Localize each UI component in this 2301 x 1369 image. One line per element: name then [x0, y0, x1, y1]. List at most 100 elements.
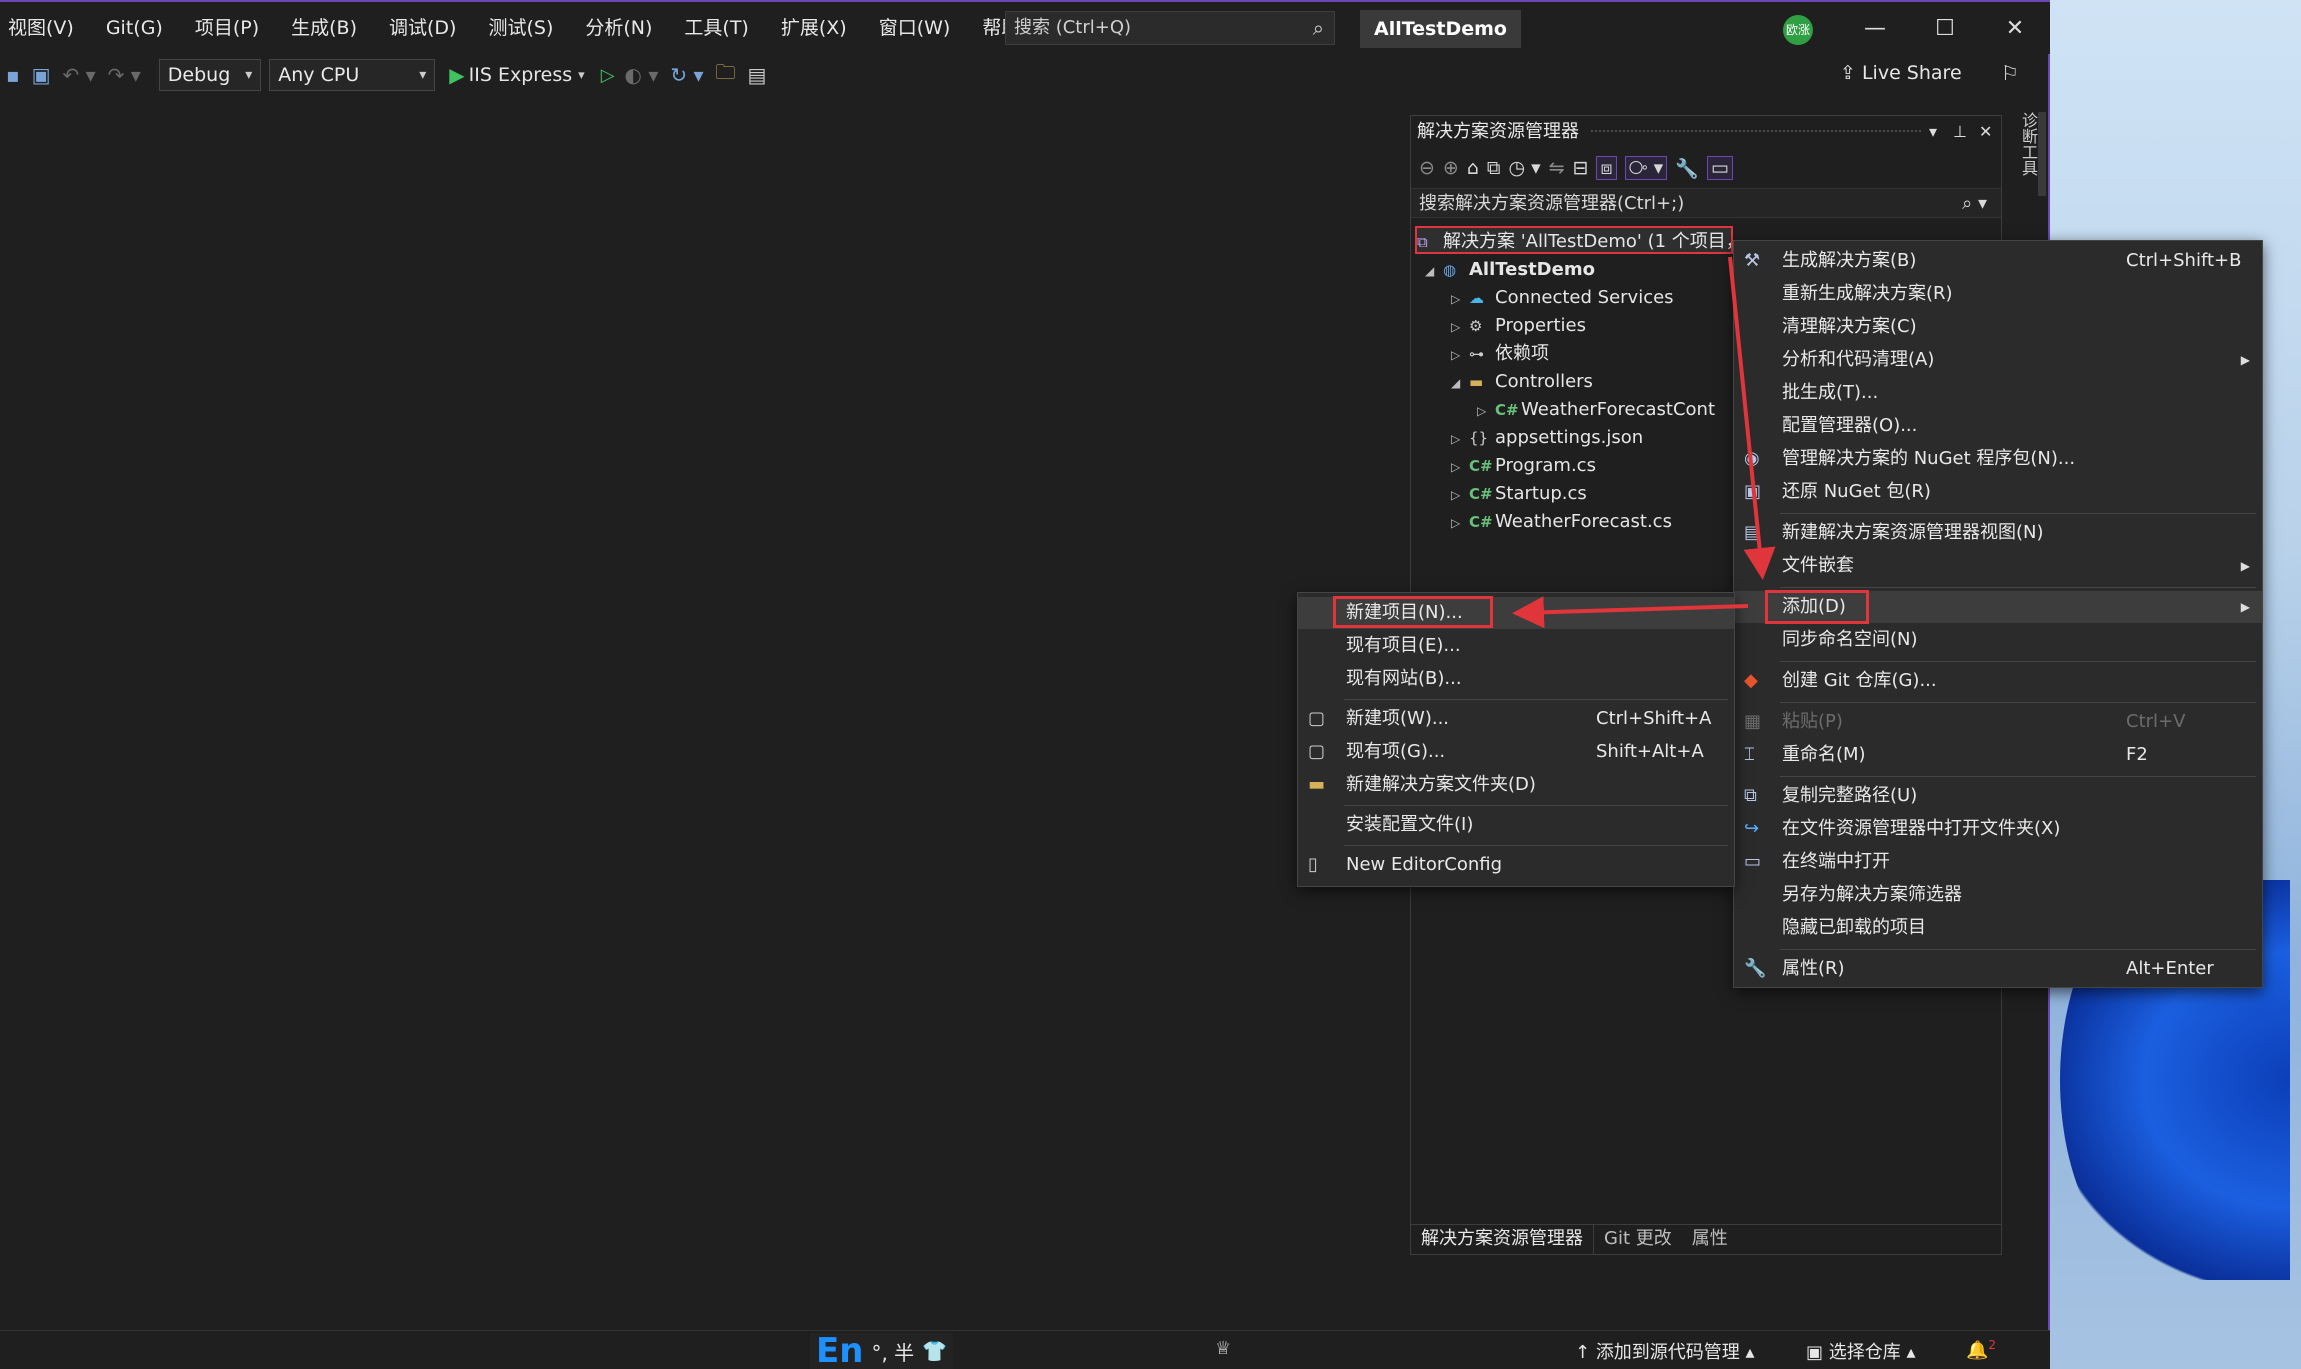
redo-icon[interactable]: ↷ ▾ — [102, 63, 147, 87]
select-repository[interactable]: ▣ 选择仓库 ▴ — [1806, 1338, 1916, 1364]
pin-icon[interactable]: ⊥ — [1953, 116, 1967, 148]
menu-project[interactable]: 项目(P) — [179, 2, 275, 54]
menu-existing-project[interactable]: 现有项目(E)... — [1298, 630, 1734, 662]
feedback-icon[interactable]: ⚐ — [1990, 54, 2030, 92]
menu-analyze[interactable]: 分析(N) — [569, 2, 668, 54]
collapsed-arrow-icon[interactable]: ▷ — [1451, 285, 1469, 313]
collapsed-arrow-icon[interactable]: ▷ — [1451, 425, 1469, 453]
tab-solution-explorer[interactable]: 解决方案资源管理器 — [1411, 1225, 1594, 1254]
menu-window[interactable]: 窗口(W) — [863, 2, 967, 54]
tab-git-changes[interactable]: Git 更改 — [1594, 1225, 1682, 1254]
menu-view[interactable]: 视图(V) — [0, 2, 90, 54]
menu-build[interactable]: 生成(B) — [275, 2, 373, 54]
panel-close-icon[interactable]: ✕ — [1979, 116, 1992, 148]
tree-item-weatherforecast-controller[interactable]: ▷ C# WeatherForecastCont — [1477, 396, 1733, 424]
menu-git[interactable]: Git(G) — [90, 2, 179, 54]
menu-sync-namespaces[interactable]: 同步命名空间(N) — [1734, 624, 2262, 656]
avatar[interactable]: 欧涨 — [1783, 15, 1813, 45]
search-options-icon[interactable]: ⌕ ▾ — [1962, 189, 1987, 219]
run-target-button[interactable]: IIS Express — [469, 64, 573, 86]
menu-save-as-filter[interactable]: 另存为解决方案筛选器 — [1734, 879, 2262, 911]
menu-properties[interactable]: 🔧 属性(R) Alt+Enter — [1734, 953, 2262, 985]
menu-configuration-manager[interactable]: 配置管理器(O)... — [1734, 410, 2262, 442]
menu-paste[interactable]: ▦ 粘贴(P) Ctrl+V — [1734, 706, 2262, 738]
tree-project-node[interactable]: ◢ ◍ AllTestDemo — [1425, 256, 1595, 284]
menu-test[interactable]: 测试(S) — [472, 2, 569, 54]
search-input[interactable]: 搜索 (Ctrl+Q) ⌕ — [1005, 11, 1335, 45]
tree-item-appsettings[interactable]: ▷{} appsettings.json — [1451, 424, 1643, 452]
menu-rebuild-solution[interactable]: 重新生成解决方案(R) — [1734, 278, 2262, 310]
menu-hide-unloaded[interactable]: 隐藏已卸载的项目 — [1734, 912, 2262, 944]
collapsed-arrow-icon[interactable]: ▷ — [1451, 481, 1469, 509]
live-share-button[interactable]: ⇪ Live Share — [1840, 62, 1962, 84]
menu-new-editorconfig[interactable]: ▯ New EditorConfig — [1298, 849, 1734, 881]
properties-wrench-icon[interactable]: 🔧 — [1675, 157, 1699, 180]
side-scrollbar[interactable] — [2038, 112, 2046, 196]
menu-new-item[interactable]: ▢ 新建项(W)... Ctrl+Shift+A — [1298, 703, 1734, 735]
collapsed-arrow-icon[interactable]: ▷ — [1451, 313, 1469, 341]
forward-icon[interactable]: ⊕ — [1443, 157, 1459, 179]
collapse-all-icon[interactable]: ⊟ — [1573, 157, 1589, 179]
add-to-source-control[interactable]: ↑ 添加到源代码管理 ▴ — [1575, 1338, 1755, 1364]
layout-icon[interactable]: ▤ — [742, 63, 773, 87]
ime-indicator[interactable]: En °, 半 👕 — [810, 1331, 954, 1369]
sync-icon[interactable]: ⇋ — [1549, 157, 1565, 179]
filter-icon[interactable]: ⧂ ▾ — [1624, 156, 1668, 180]
menu-existing-item[interactable]: ▢ 现有项(G)... Shift+Alt+A — [1298, 736, 1734, 768]
diagnostic-tools-tab[interactable]: 诊断工具 — [2010, 112, 2040, 196]
save-icon[interactable]: ▪ — [0, 63, 26, 87]
home-icon[interactable]: ⌂ — [1467, 157, 1479, 179]
menu-debug[interactable]: 调试(D) — [373, 2, 472, 54]
configuration-dropdown[interactable]: Debug — [158, 59, 262, 91]
menu-analyze-cleanup[interactable]: 分析和代码清理(A) ▶ — [1734, 344, 2262, 376]
menu-copy-full-path[interactable]: ⧉ 复制完整路径(U) — [1734, 780, 2262, 812]
menu-clean-solution[interactable]: 清理解决方案(C) — [1734, 311, 2262, 343]
hot-reload-icon[interactable]: ◐ ▾ — [619, 63, 665, 87]
expanded-arrow-icon[interactable]: ◢ — [1425, 257, 1443, 285]
menu-install-config[interactable]: 安装配置文件(I) — [1298, 809, 1734, 841]
tree-item-properties[interactable]: ▷ ⚙ Properties — [1451, 312, 1586, 340]
run-icon[interactable]: ▶ — [439, 63, 468, 87]
collapsed-arrow-icon[interactable]: ▷ — [1477, 397, 1495, 424]
menu-new-explorer-view[interactable]: ▤ 新建解决方案资源管理器视图(N) — [1734, 517, 2262, 549]
menu-batch-build[interactable]: 批生成(T)... — [1734, 377, 2262, 409]
close-icon[interactable]: ✕ — [1995, 10, 2035, 48]
notifications-bell-icon[interactable]: 🔔2 — [1966, 1338, 1996, 1361]
minimize-icon[interactable]: — — [1855, 10, 1895, 48]
menu-extensions[interactable]: 扩展(X) — [765, 2, 863, 54]
tab-properties[interactable]: 属性 — [1682, 1225, 1738, 1254]
menu-open-terminal[interactable]: ▭ 在终端中打开 — [1734, 846, 2262, 878]
window-position-icon[interactable]: ▾ — [1929, 116, 1937, 148]
menu-existing-website[interactable]: 现有网站(B)... — [1298, 663, 1734, 695]
preview-icon[interactable]: ▭ — [1706, 156, 1733, 180]
tree-item-connected-services[interactable]: ▷ ☁ Connected Services — [1451, 284, 1674, 312]
tree-item-dependencies[interactable]: ▷ ⊶ 依赖项 — [1451, 340, 1549, 368]
maximize-icon[interactable]: ☐ — [1925, 10, 1965, 48]
menu-build-solution[interactable]: ⚒ 生成解决方案(B) Ctrl+Shift+B — [1734, 245, 2262, 277]
tree-item-startup[interactable]: ▷ C# Startup.cs — [1451, 480, 1587, 508]
save-all-icon[interactable]: ▣ — [26, 63, 57, 87]
platform-dropdown[interactable]: Any CPU — [269, 59, 436, 91]
collapsed-arrow-icon[interactable]: ▷ — [1451, 509, 1469, 537]
solution-explorer-search[interactable]: 搜索解决方案资源管理器(Ctrl+;) ⌕ ▾ — [1411, 188, 2001, 218]
collapsed-arrow-icon[interactable]: ▷ — [1451, 341, 1469, 369]
tree-item-program[interactable]: ▷ C# Program.cs — [1451, 452, 1596, 480]
menu-rename[interactable]: ⌶ 重命名(M) F2 — [1734, 739, 2262, 771]
run-target-chevron-icon[interactable]: ▾ — [572, 68, 591, 83]
collapsed-arrow-icon[interactable]: ▷ — [1451, 453, 1469, 481]
expanded-arrow-icon[interactable]: ◢ — [1451, 369, 1469, 397]
tree-solution-node[interactable]: ⧉ 解决方案 'AllTestDemo' (1 个项目，共 1 个) — [1415, 226, 1733, 254]
menu-new-solution-folder[interactable]: ▬ 新建解决方案文件夹(D) — [1298, 769, 1734, 801]
start-without-debug-icon[interactable]: ▷ — [591, 65, 619, 86]
menu-tools[interactable]: 工具(T) — [668, 2, 764, 54]
menu-file-nesting[interactable]: 文件嵌套 ▶ — [1734, 550, 2262, 582]
menu-restore-nuget[interactable]: ▣ 还原 NuGet 包(R) — [1734, 476, 2262, 508]
back-icon[interactable]: ⊖ — [1419, 157, 1435, 179]
folder-icon[interactable]: 🗀 — [710, 58, 742, 92]
menu-create-git-repo[interactable]: ◆ 创建 Git 仓库(G)... — [1734, 665, 2262, 697]
refresh-icon[interactable]: ↻ ▾ — [664, 63, 709, 87]
switch-view-icon[interactable]: ⧉ — [1487, 157, 1501, 179]
tree-item-weatherforecast[interactable]: ▷ C# WeatherForecast.cs — [1451, 508, 1672, 536]
show-all-files-icon[interactable]: ⧈ — [1596, 156, 1617, 180]
tree-item-controllers[interactable]: ◢ ▬ Controllers — [1451, 368, 1593, 396]
